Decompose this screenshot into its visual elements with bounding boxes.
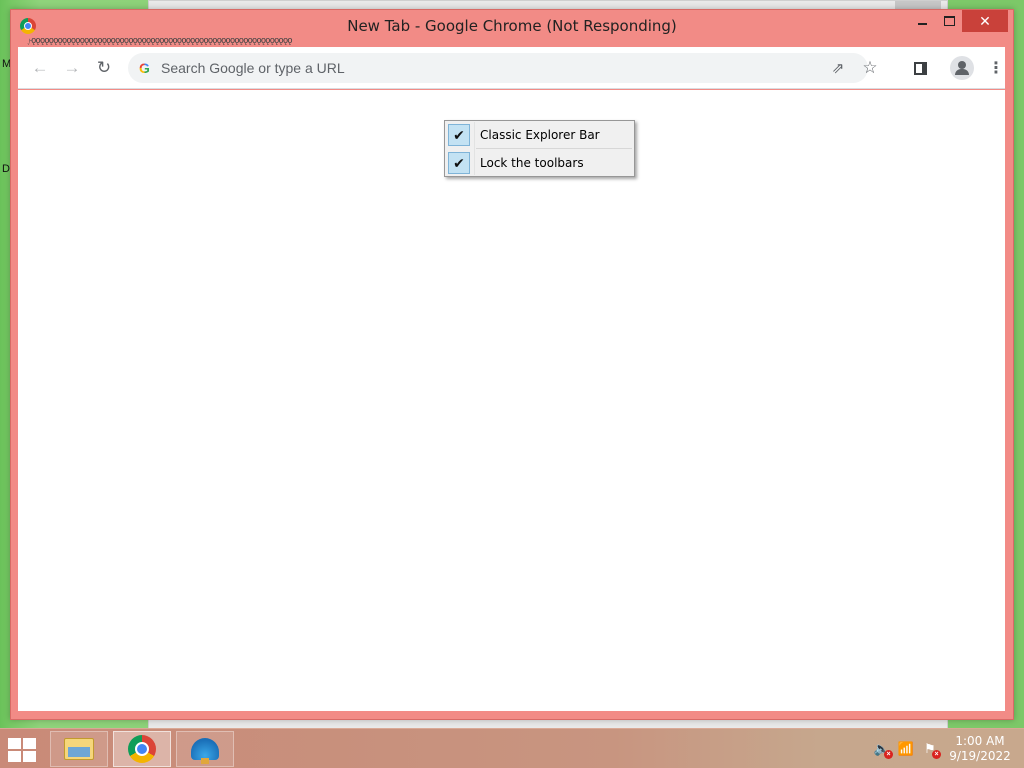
page-content[interactable]: [18, 90, 1005, 711]
shell-icon: [191, 738, 219, 764]
back-button[interactable]: ←: [28, 56, 52, 80]
minimize-button[interactable]: [909, 10, 935, 32]
menu-item-classic-explorer-bar[interactable]: ✔ Classic Explorer Bar: [447, 122, 632, 148]
share-icon: ⇗: [831, 60, 845, 77]
forward-button[interactable]: →: [60, 56, 84, 80]
tab-strip[interactable]: ˯˫ǫǫǫǫǫǫǫǫǫǫǫǫǫǫǫǫǫǫǫǫǫǫǫǫǫǫǫǫǫǫǫǫǫǫǫǫǫǫ…: [27, 37, 767, 47]
network-icon: 📶: [897, 741, 915, 756]
folder-icon: [64, 738, 94, 760]
side-panel-button[interactable]: [908, 56, 932, 80]
volume-tray-button[interactable]: 🔈 ×: [873, 741, 893, 759]
taskbar-app-shell[interactable]: [176, 731, 234, 767]
menu-item-label: Lock the toolbars: [480, 156, 584, 170]
clock-time: 1:00 AM: [955, 734, 1005, 748]
muted-badge-icon: ×: [884, 750, 893, 759]
start-button[interactable]: [8, 738, 38, 762]
window-title: New Tab - Google Chrome (Not Responding): [347, 17, 677, 35]
chrome-menu-button[interactable]: ⋮: [984, 56, 1008, 80]
desktop-icon-label-d[interactable]: D: [2, 163, 10, 175]
toolbar-context-menu: ✔ Classic Explorer Bar ✔ Lock the toolba…: [444, 120, 635, 177]
error-badge-icon: ×: [932, 750, 941, 759]
bookmark-button[interactable]: ☆: [860, 58, 880, 78]
chrome-window: New Tab - Google Chrome (Not Responding)…: [10, 9, 1014, 720]
system-clock[interactable]: 1:00 AM 9/19/2022: [944, 734, 1016, 764]
close-button[interactable]: ✕: [962, 10, 1008, 32]
back-arrow-icon: ←: [31, 58, 49, 77]
taskbar-app-chrome[interactable]: [113, 731, 171, 767]
browser-toolbar: ← → ↻ G ⇗ ☆ ⋮: [18, 47, 1005, 89]
forward-arrow-icon: →: [63, 58, 81, 77]
menu-item-label: Classic Explorer Bar: [480, 128, 600, 142]
menu-separator: [476, 148, 632, 149]
kebab-menu-icon: ⋮: [988, 60, 1004, 77]
maximize-button[interactable]: [936, 10, 962, 32]
chrome-icon: [128, 735, 156, 763]
checkmark-icon: ✔: [448, 152, 470, 174]
clock-date: 9/19/2022: [949, 749, 1011, 763]
close-icon: ✕: [979, 12, 991, 29]
checkmark-icon: ✔: [448, 124, 470, 146]
action-center-tray-button[interactable]: ⚑ ×: [921, 741, 941, 759]
share-button[interactable]: ⇗: [828, 58, 848, 78]
side-panel-icon: [913, 61, 927, 75]
google-icon: G: [139, 60, 150, 76]
reload-icon: ↻: [96, 58, 112, 77]
taskbar: 🔈 × 📶 ⚑ × 1:00 AM 9/19/2022: [0, 728, 1024, 768]
menu-item-lock-toolbars[interactable]: ✔ Lock the toolbars: [447, 150, 632, 176]
star-icon: ☆: [862, 58, 878, 77]
reload-button[interactable]: ↻: [92, 56, 116, 80]
omnibox[interactable]: G ⇗ ☆: [128, 53, 878, 83]
network-tray-button[interactable]: 📶: [897, 741, 915, 757]
windows-logo-icon: [8, 738, 21, 749]
taskbar-app-file-explorer[interactable]: [50, 731, 108, 767]
address-input[interactable]: [161, 58, 761, 78]
profile-avatar-icon[interactable]: [950, 56, 974, 80]
